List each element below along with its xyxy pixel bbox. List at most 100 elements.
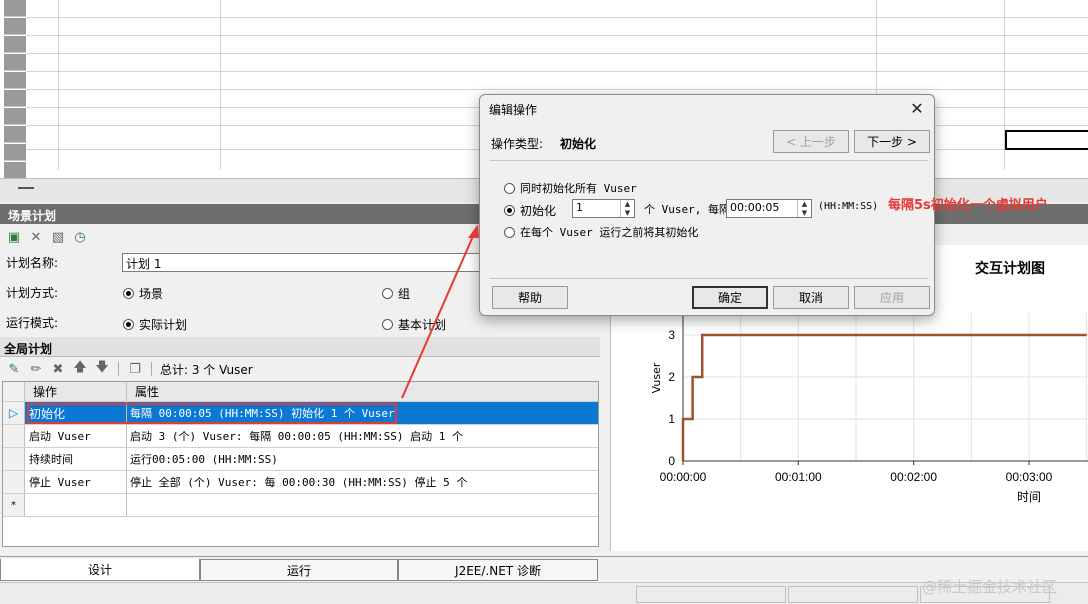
row-header[interactable] [4, 90, 26, 107]
rename-icon[interactable]: ▧ [50, 229, 66, 245]
stepper-arrows[interactable]: ▲ ▼ [620, 200, 634, 217]
plan-name-label: 计划名称: [6, 256, 59, 270]
row-selector [3, 425, 25, 447]
edit-action-icon[interactable]: ✏ [28, 361, 44, 377]
vuser-every-label: 个 Vuser, 每隔 [644, 203, 730, 216]
move-up-icon[interactable]: 🡅 [72, 360, 88, 377]
radio-run-actual[interactable]: 实际计划 [123, 316, 187, 333]
down-arrow-icon[interactable]: ▼ [798, 209, 811, 218]
global-toolbar: ✎ ✏ ✖ 🡅 🡇 ❐ 总计: 3 个 Vuser [6, 360, 253, 378]
grid-line [26, 89, 1088, 90]
prev-button[interactable]: < 上一步 [773, 130, 849, 153]
radio-label: 同时初始化所有 Vuser [520, 182, 637, 195]
radio-init-gradual[interactable]: 初始化 [504, 202, 556, 219]
tab-design[interactable]: 设计 [0, 559, 200, 581]
radio-label: 组 [398, 287, 411, 301]
tab-run[interactable]: 运行 [200, 559, 398, 581]
total-vusers: 总计: 3 个 Vuser [160, 362, 253, 377]
clock-icon[interactable]: ◷ [72, 229, 88, 245]
action-type-label: 操作类型: [491, 137, 544, 151]
down-arrow-icon[interactable]: ▼ [621, 209, 634, 218]
chart-title: 交互计划图 [975, 261, 1045, 277]
radio-plan-scenario[interactable]: 场景 [123, 285, 163, 302]
radio-plan-group[interactable]: 组 [382, 285, 410, 302]
run-mode-label: 运行模式: [6, 316, 59, 330]
up-arrow-icon[interactable]: ▲ [798, 200, 811, 209]
radio-label: 在每个 Vuser 运行之前将其初始化 [520, 226, 699, 239]
plan-name-input[interactable]: 计划 1 [122, 253, 482, 272]
cell-property[interactable]: 启动 3 (个) Vuser: 每隔 00:00:05 (HH:MM:SS) 启… [127, 425, 598, 447]
radio-init-all[interactable]: 同时初始化所有 Vuser [504, 180, 637, 196]
annotation-highlight-box [27, 403, 397, 424]
column-header-property[interactable]: 属性 [127, 382, 598, 401]
move-down-icon[interactable]: 🡇 [94, 360, 110, 377]
copy-icon[interactable]: ❐ [127, 361, 143, 377]
radio-dot[interactable] [504, 205, 515, 216]
scroll-thumb[interactable] [18, 187, 34, 189]
cell-property[interactable] [127, 494, 598, 516]
status-cell [788, 586, 918, 603]
table-row[interactable]: 停止 Vuser 停止 全部 (个) Vuser: 每 00:00:30 (HH… [3, 471, 598, 494]
annotation-arrow-head [468, 224, 479, 238]
annotation-text: 每隔5s初始化一个虚拟用户 [888, 198, 1048, 213]
radio-dot[interactable] [382, 288, 393, 299]
radio-run-basic[interactable]: 基本计划 [382, 316, 446, 333]
row-header[interactable] [4, 162, 26, 179]
next-button[interactable]: 下一步 > [854, 130, 930, 153]
radio-label: 初始化 [520, 204, 557, 218]
separator [490, 160, 928, 161]
vuser-count-stepper[interactable]: 1 ▲ ▼ [572, 199, 635, 218]
time-unit-label: (HH:MM:SS) [818, 201, 879, 212]
row-header[interactable] [4, 144, 26, 161]
radio-dot[interactable] [504, 226, 515, 238]
radio-dot[interactable] [123, 288, 134, 299]
table-row[interactable]: 启动 Vuser 启动 3 (个) Vuser: 每隔 00:00:05 (HH… [3, 425, 598, 448]
row-header[interactable] [4, 108, 26, 125]
cell-operation[interactable]: 持续时间 [25, 448, 127, 470]
tab-j2ee-diagnostics[interactable]: J2EE/.NET 诊断 [398, 559, 598, 581]
add-action-icon[interactable]: ✎ [6, 361, 22, 377]
radio-dot[interactable] [123, 319, 134, 330]
run-mode-row: 运行模式: [6, 314, 122, 331]
selected-cell[interactable] [1005, 130, 1088, 150]
interval-time-stepper[interactable]: 00:00:05 ▲ ▼ [726, 199, 812, 218]
cell-property[interactable]: 停止 全部 (个) Vuser: 每 00:00:30 (HH:MM:SS) 停… [127, 471, 598, 493]
delete-action-icon[interactable]: ✖ [50, 361, 66, 377]
grid-line [26, 53, 1088, 54]
row-header[interactable] [4, 0, 26, 17]
plan-mode-label: 计划方式: [6, 286, 59, 300]
cell-operation[interactable]: 停止 Vuser [25, 471, 127, 493]
grid-line [220, 0, 221, 170]
interval-time-value[interactable]: 00:00:05 [727, 200, 797, 217]
cell-operation[interactable]: 启动 Vuser [25, 425, 127, 447]
toolbar-separator [118, 362, 119, 376]
table-row[interactable]: 持续时间 运行00:05:00 (HH:MM:SS) [3, 448, 598, 471]
global-schedule-header: 全局计划 [0, 337, 600, 357]
radio-dot[interactable] [504, 182, 515, 194]
table-row-new[interactable]: * [3, 494, 598, 517]
new-schedule-icon[interactable]: ▣ [6, 229, 22, 245]
new-row-marker: * [3, 494, 25, 516]
delete-icon[interactable]: ✕ [28, 229, 44, 245]
ok-button[interactable]: 确定 [692, 286, 768, 309]
vuser-count-value[interactable]: 1 [573, 200, 620, 217]
cancel-button[interactable]: 取消 [773, 286, 849, 309]
cell-property[interactable]: 运行00:05:00 (HH:MM:SS) [127, 448, 598, 470]
up-arrow-icon[interactable]: ▲ [621, 200, 634, 209]
stepper-arrows[interactable]: ▲ ▼ [797, 200, 811, 217]
grid-line [26, 17, 1088, 18]
apply-button[interactable]: 应用 [854, 286, 930, 309]
help-button[interactable]: 帮助 [492, 286, 568, 309]
column-header-operation[interactable]: 操作 [25, 382, 127, 401]
row-header[interactable] [4, 72, 26, 89]
row-header[interactable] [4, 54, 26, 71]
row-header[interactable] [4, 18, 26, 35]
global-schedule-table: 操作 属性 ▷ 初始化 每隔 00:00:05 (HH:MM:SS) 初始化 1… [2, 381, 599, 547]
close-icon[interactable]: ✕ [908, 99, 926, 118]
radio-init-before-run[interactable]: 在每个 Vuser 运行之前将其初始化 [504, 224, 698, 240]
row-header[interactable] [4, 36, 26, 53]
radio-dot[interactable] [382, 319, 393, 330]
radio-label: 场景 [139, 287, 164, 301]
cell-operation[interactable] [25, 494, 127, 516]
row-header[interactable] [4, 126, 26, 143]
